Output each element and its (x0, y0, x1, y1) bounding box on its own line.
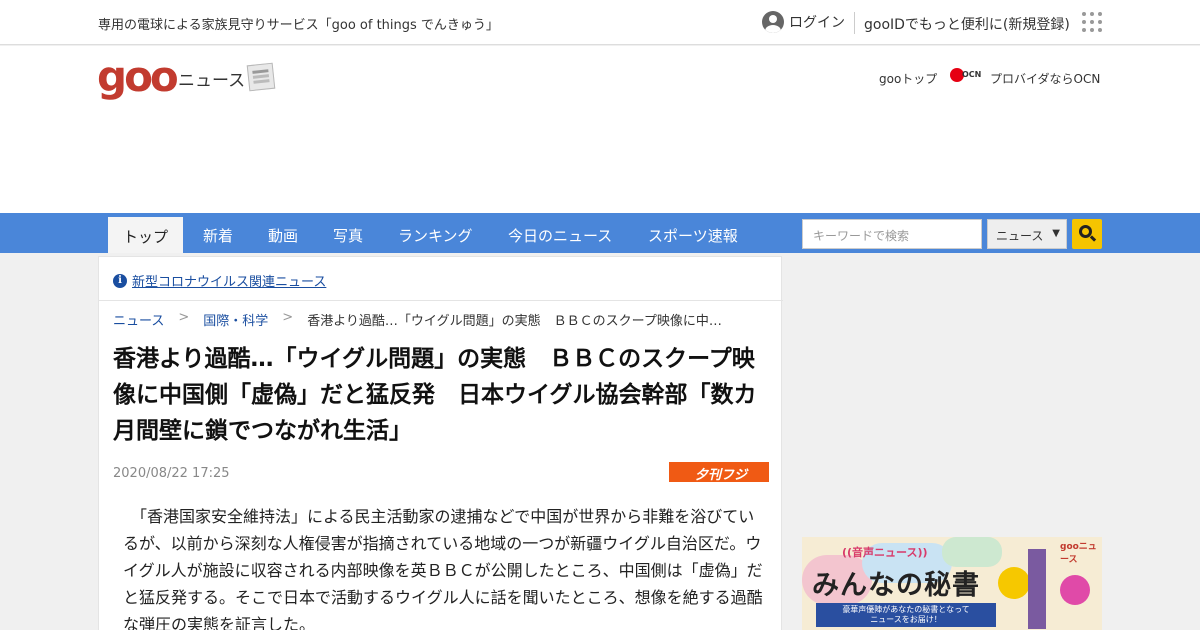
top-bar: 専用の電球による家族見守りサービス「goo of things でんきゅう」 ロ… (0, 0, 1200, 45)
ad-voice-label: ((音声ニュース)) (842, 546, 928, 559)
apps-grid-icon[interactable] (1082, 12, 1102, 32)
ad-banner-line1: 豪華声優陣があなたの秘書となって (842, 605, 970, 614)
tab-video[interactable]: 動画 (268, 225, 298, 246)
dropdown-arrow-icon: ▼ (1052, 228, 1060, 239)
site-header: goo ニュース gooトップ OCN プロバイダならOCN (0, 46, 1200, 213)
character-illustration (1028, 549, 1046, 629)
search-scope-select[interactable]: ニュース ▼ (987, 219, 1067, 249)
register-link[interactable]: gooIDでもっと便利に(新規登録) (864, 14, 1070, 34)
info-icon: i (113, 273, 127, 288)
source-logo[interactable]: 夕刊フジ (669, 462, 769, 483)
login-label: ログイン (789, 15, 845, 31)
audio-news-ad[interactable]: ((音声ニュース)) gooニュース みんなの秘書 豪華声優陣があなたの秘書とな… (802, 537, 1102, 630)
search-scope-value: ニュース (996, 229, 1044, 243)
ocn-badge-text: OCN (962, 70, 982, 79)
search-input[interactable]: キーワードで検索 (802, 219, 982, 249)
ad-banner: 豪華声優陣があなたの秘書となって ニュースをお届け！ (816, 603, 996, 627)
breadcrumb-news[interactable]: ニュース (113, 310, 164, 329)
divider (854, 12, 855, 34)
search-button[interactable] (1072, 219, 1102, 249)
tab-photo[interactable]: 写真 (333, 225, 363, 246)
promo-link[interactable]: 専用の電球による家族見守りサービス「goo of things でんきゅう」 (98, 14, 499, 33)
ad-goo-news: gooニュース (1060, 542, 1097, 565)
covid-news-link[interactable]: i 新型コロナウイルス関連ニュース (113, 271, 326, 290)
breadcrumb-separator: > (178, 310, 190, 325)
tab-new[interactable]: 新着 (203, 225, 233, 246)
section-name: ニュース (178, 71, 246, 91)
tab-sports[interactable]: スポーツ速報 (648, 225, 738, 246)
article-date: 2020/08/22 17:25 (113, 466, 230, 481)
breadcrumb-current: 香港より過酷…「ウイグル問題」の実態 ＢＢＣのスクープ映像に中… (307, 314, 722, 329)
tab-today-news[interactable]: 今日のニュース (508, 225, 612, 246)
goo-logo[interactable]: goo (97, 55, 179, 99)
breadcrumb-separator: > (282, 310, 294, 325)
article-title: 香港より過酷…「ウイグル問題」の実態 ＢＢＣのスクープ映像に中国側「虚偽」だと猛… (113, 346, 757, 444)
newspaper-icon (246, 62, 276, 92)
ad-headline: みんなの秘書 (812, 570, 980, 601)
login-button[interactable]: ログイン (762, 10, 845, 34)
user-icon (762, 11, 784, 33)
source-name: 夕刊フジ (695, 468, 748, 483)
article-body: 「香港国家安全維持法」による民主活動家の逮捕などで中国が世界から非難を浴びている… (123, 507, 763, 630)
tab-top[interactable]: トップ (108, 217, 184, 253)
character-illustration (998, 567, 1030, 599)
tab-ranking[interactable]: ランキング (398, 225, 473, 246)
ocn-link[interactable]: プロバイダならOCN (990, 70, 1100, 87)
main-nav: トップ 新着 動画 写真 ランキング 今日のニュース スポーツ速報 キーワードで… (0, 213, 1200, 253)
article-container: i 新型コロナウイルス関連ニュース ニュース > 国際・科学 > 香港より過酷…… (98, 256, 783, 630)
character-illustration (1060, 575, 1090, 605)
ocn-logo-icon[interactable]: OCN (950, 68, 986, 84)
covid-link-label: 新型コロナウイルス関連ニュース (132, 275, 327, 290)
ad-banner-line2: ニュースをお届け！ (870, 615, 942, 624)
section-divider (99, 300, 783, 301)
breadcrumb-category[interactable]: 国際・科学 (203, 310, 268, 329)
goo-top-link[interactable]: gooトップ (879, 70, 937, 87)
breadcrumb: ニュース > 国際・科学 > 香港より過酷…「ウイグル問題」の実態 ＢＢＣのスク… (113, 310, 722, 329)
